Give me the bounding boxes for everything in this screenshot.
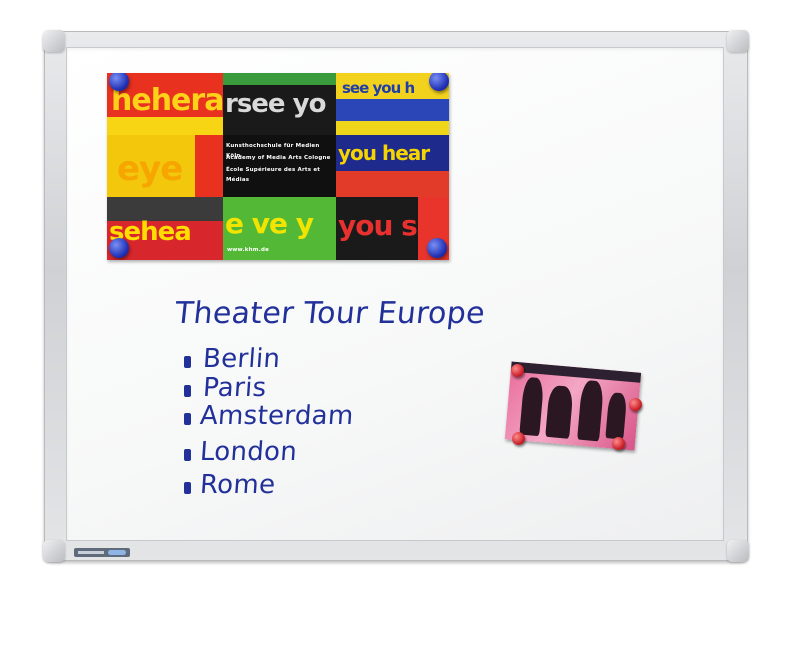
red-magnet bbox=[512, 432, 525, 445]
bullet-mark bbox=[184, 356, 191, 368]
frame-corner-top-left bbox=[43, 30, 65, 52]
poster-tile: you hear bbox=[336, 135, 449, 197]
brand-logo-badge bbox=[74, 548, 130, 557]
poster-institution-line: Academy of Media Arts Cologne bbox=[226, 155, 331, 161]
bullet-mark bbox=[184, 449, 191, 461]
board-title: Theater Tour Europe bbox=[173, 296, 487, 331]
poster-tile-text: hehera bbox=[111, 83, 223, 118]
poster-institution-line: École Supérieure des Arts et Médias bbox=[226, 167, 321, 183]
poster-tile-text: eye bbox=[117, 149, 183, 189]
frame-corner-bottom-left bbox=[43, 540, 65, 562]
bullet-mark bbox=[184, 482, 191, 494]
list-item-paris: Paris bbox=[201, 373, 268, 403]
bullet-mark bbox=[184, 385, 191, 397]
poster-tile-text: rsee yo bbox=[225, 89, 326, 119]
poster-tile: eye bbox=[107, 135, 223, 197]
red-magnet bbox=[612, 437, 625, 450]
blue-magnet bbox=[109, 238, 129, 258]
list-item-london: London bbox=[198, 437, 299, 467]
bullet-mark bbox=[184, 413, 191, 425]
red-magnet bbox=[629, 398, 642, 411]
poster-tile-text: see you h bbox=[342, 79, 415, 97]
frame-corner-bottom-right bbox=[727, 540, 749, 562]
list-item-amsterdam: Amsterdam bbox=[198, 401, 355, 431]
list-item-berlin: Berlin bbox=[201, 344, 282, 374]
blue-magnet bbox=[427, 238, 447, 258]
poster-tile-text: e ve y bbox=[225, 207, 314, 240]
poster-url: www.khm.de bbox=[227, 247, 270, 253]
red-magnet bbox=[511, 364, 524, 377]
poster-tile: e ve y www.khm.de bbox=[223, 197, 336, 260]
poster: hehera rsee yo see you h eye Kunsthochsc… bbox=[107, 73, 449, 260]
poster-tile: rsee yo bbox=[223, 73, 336, 135]
frame-corner-top-right bbox=[727, 30, 749, 52]
poster-tile: Kunsthochschule für Medien Köln Academy … bbox=[223, 135, 336, 197]
list-item-rome: Rome bbox=[198, 470, 277, 500]
poster-tile-text: you hear bbox=[338, 141, 430, 165]
